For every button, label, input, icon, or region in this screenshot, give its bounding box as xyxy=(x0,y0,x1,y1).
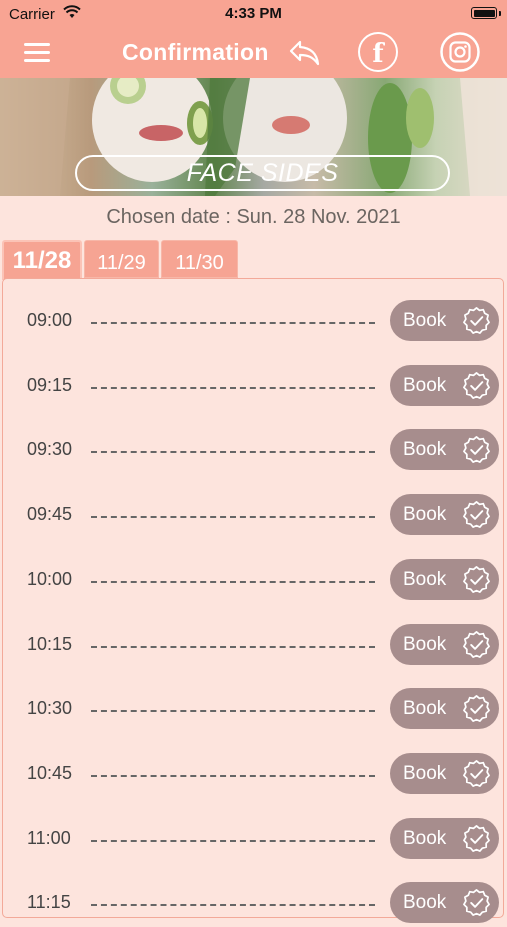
time-slot-row: 10:45 Book xyxy=(3,748,505,798)
check-badge-icon xyxy=(462,630,491,659)
battery-icon xyxy=(471,7,497,19)
slot-time: 10:45 xyxy=(27,762,73,783)
tab-date-3[interactable]: 11/30 xyxy=(161,240,238,278)
book-button[interactable]: Book xyxy=(390,623,499,665)
book-label: Book xyxy=(403,827,447,849)
instagram-icon[interactable] xyxy=(440,32,480,72)
slot-time: 09:15 xyxy=(27,374,73,395)
check-badge-icon xyxy=(462,888,491,917)
nav-bar: Confirmation f xyxy=(0,28,507,78)
time-slot-row: 11:00 Book xyxy=(3,813,505,863)
tab-date-1[interactable]: 11/28 xyxy=(2,240,82,280)
book-button[interactable]: Book xyxy=(390,882,499,924)
facebook-icon[interactable]: f xyxy=(358,32,398,72)
check-badge-icon xyxy=(462,435,491,464)
time-slot-row: 10:00 Book xyxy=(3,554,505,604)
book-button[interactable]: Book xyxy=(390,300,499,341)
time-slot-row: 10:15 Book xyxy=(3,619,505,669)
status-bar: Carrier 4:33 PM xyxy=(0,0,507,28)
slot-time: 10:15 xyxy=(27,633,73,654)
slot-dashed-line xyxy=(91,839,375,842)
back-arrow-icon[interactable] xyxy=(288,38,322,68)
book-button[interactable]: Book xyxy=(390,558,499,600)
book-label: Book xyxy=(403,698,447,720)
banner-image: FACE SIDES xyxy=(0,78,507,196)
slot-time: 11:00 xyxy=(27,827,71,848)
slot-dashed-line xyxy=(91,774,375,777)
slot-time: 11:15 xyxy=(27,892,71,913)
book-label: Book xyxy=(403,439,447,461)
time-slot-row: 09:30 Book xyxy=(3,424,505,474)
banner-label: FACE SIDES xyxy=(75,155,450,191)
time-slot-row: 09:00 Book xyxy=(3,295,505,345)
book-button[interactable]: Book xyxy=(390,817,499,859)
book-label: Book xyxy=(403,762,447,784)
check-badge-icon xyxy=(462,306,491,335)
book-button[interactable]: Book xyxy=(390,494,499,536)
battery-tip xyxy=(499,11,501,16)
status-time: 4:33 PM xyxy=(225,5,282,22)
slot-dashed-line xyxy=(91,645,375,648)
check-badge-icon xyxy=(462,565,491,594)
time-slot-row: 09:15 Book xyxy=(3,360,505,410)
slot-time: 09:45 xyxy=(27,504,73,525)
time-slot-row: 11:15 Book xyxy=(3,877,505,927)
time-slot-row: 10:30 Book xyxy=(3,683,505,733)
book-button[interactable]: Book xyxy=(390,364,499,406)
slot-dashed-line xyxy=(91,710,375,713)
page-title: Confirmation xyxy=(122,39,269,65)
book-label: Book xyxy=(403,374,447,396)
book-label: Book xyxy=(403,310,447,331)
book-label: Book xyxy=(403,892,447,914)
chosen-date: Chosen date : Sun. 28 Nov. 2021 xyxy=(106,206,401,228)
check-badge-icon xyxy=(462,500,491,529)
check-badge-icon xyxy=(462,694,491,723)
slot-dashed-line xyxy=(91,904,375,907)
book-label: Book xyxy=(403,633,447,655)
menu-icon[interactable] xyxy=(24,43,50,63)
time-slot-list: 09:00 Book 09:15 Book 09:30 Book 09:45 Book 10:0… xyxy=(2,278,505,924)
tab-date-2[interactable]: 11/29 xyxy=(84,240,159,278)
check-badge-icon xyxy=(462,824,491,853)
slot-dashed-line xyxy=(91,322,375,324)
slot-dashed-line xyxy=(91,580,375,583)
book-label: Book xyxy=(403,504,447,526)
slot-dashed-line xyxy=(91,451,375,454)
time-slot-row: 09:45 Book xyxy=(3,489,505,539)
book-button[interactable]: Book xyxy=(390,429,499,471)
slot-time: 10:00 xyxy=(27,568,73,589)
slot-dashed-line xyxy=(91,386,375,389)
check-badge-icon xyxy=(462,759,491,788)
check-badge-icon xyxy=(462,371,491,400)
book-label: Book xyxy=(403,568,447,590)
slot-dashed-line xyxy=(91,516,375,519)
slot-time: 09:30 xyxy=(27,439,73,460)
slot-time: 10:30 xyxy=(27,698,73,719)
book-button[interactable]: Book xyxy=(390,688,499,730)
book-button[interactable]: Book xyxy=(390,752,499,794)
slot-time: 09:00 xyxy=(27,310,73,330)
